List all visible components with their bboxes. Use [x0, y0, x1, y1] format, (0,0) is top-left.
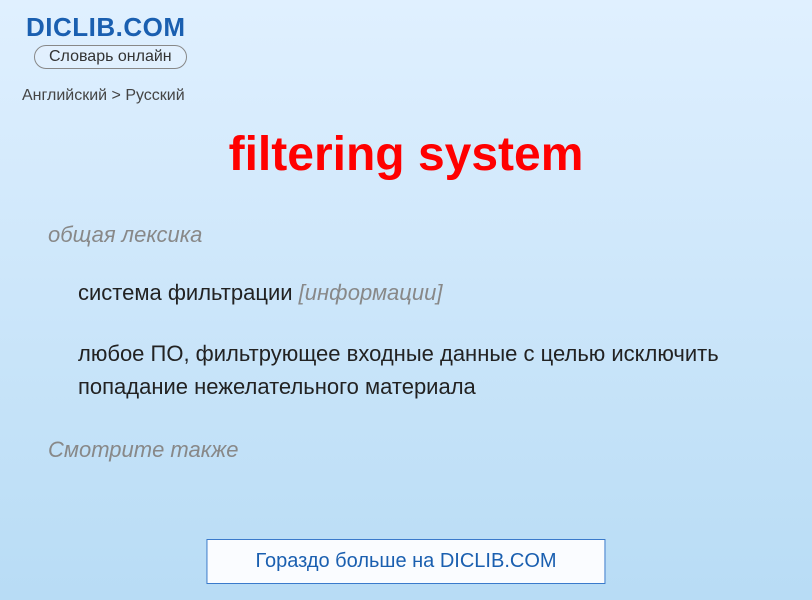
definition-item: система фильтрации [информации] — [78, 276, 754, 309]
see-also-label: Смотрите также — [48, 437, 794, 463]
definition-text: любое ПО, фильтрующее входные данные с ц… — [78, 341, 719, 399]
definition-item: любое ПО, фильтрующее входные данные с ц… — [78, 337, 754, 403]
more-link-text: Гораздо больше на DICLIB.COM — [255, 550, 556, 572]
breadcrumb[interactable]: Английский > Русский — [22, 87, 794, 105]
definition-bracket: [информации] — [299, 280, 443, 305]
entry-title: filtering system — [18, 127, 794, 182]
category-label: общая лексика — [48, 222, 794, 248]
site-title[interactable]: DICLIB.COM — [26, 12, 794, 43]
definition-text: система фильтрации — [78, 280, 299, 305]
site-subtitle: Словарь онлайн — [34, 45, 187, 69]
header: DICLIB.COM Словарь онлайн — [18, 12, 794, 69]
more-link-box[interactable]: Гораздо больше на DICLIB.COM — [206, 539, 605, 584]
